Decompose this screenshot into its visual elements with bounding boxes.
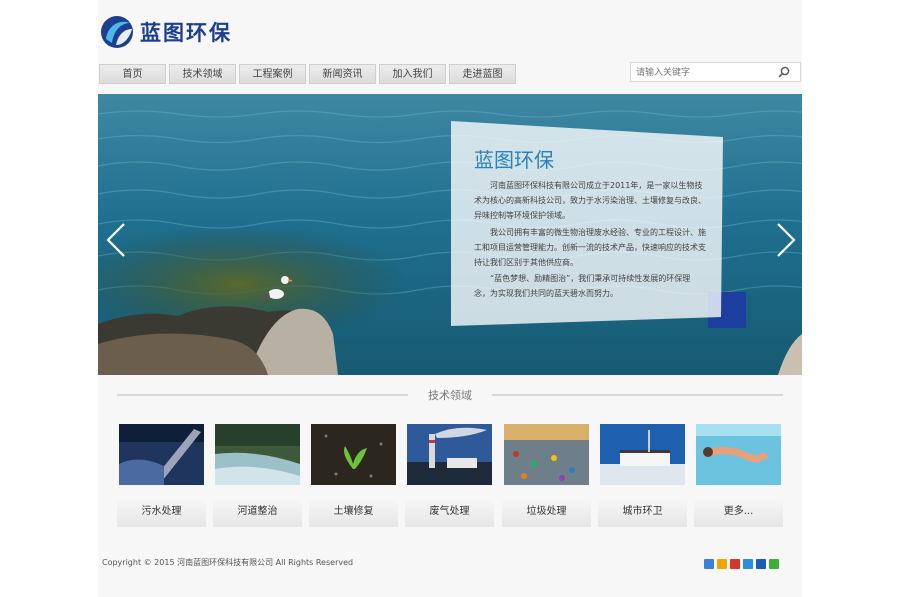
nav-home[interactable]: 首页 bbox=[99, 64, 166, 84]
banner-paragraph-3: “蓝色梦想、励精图治”，我们秉承可持续性发展的环保理念，为实现我们共同的蓝天碧水… bbox=[474, 274, 691, 298]
nav-tech-fields[interactable]: 技术领域 bbox=[169, 64, 236, 84]
category-label: 土壤修复 bbox=[309, 497, 398, 527]
slider-next-arrow[interactable] bbox=[774, 222, 798, 258]
category-card-wastewater[interactable]: 污水处理 bbox=[117, 424, 206, 528]
share-weibo-icon[interactable] bbox=[730, 559, 740, 569]
logo[interactable]: 蓝图环保 bbox=[100, 14, 232, 50]
category-label: 更多... bbox=[694, 497, 783, 527]
category-label: 污水处理 bbox=[117, 497, 206, 527]
search-input[interactable] bbox=[631, 63, 778, 83]
category-card-more[interactable]: 更多... bbox=[694, 424, 783, 528]
exhaust-photo bbox=[407, 424, 492, 485]
nav-projects[interactable]: 工程案例 bbox=[239, 64, 306, 84]
banner-paragraph-1: 河南蓝图环保科技有限公司成立于2011年，是一家以生物技术为核心的高新科技公司，… bbox=[474, 181, 706, 220]
wastewater-photo bbox=[119, 424, 204, 485]
river-photo bbox=[215, 424, 300, 485]
category-label: 城市环卫 bbox=[598, 497, 687, 527]
section-divider-right bbox=[492, 394, 783, 396]
sanitation-photo bbox=[600, 424, 685, 485]
share-renren-icon[interactable] bbox=[756, 559, 766, 569]
banner-paragraph-2: 我公司拥有丰富的微生物治理废水经验、专业的工程设计、施工和项目运营管理能力。创新… bbox=[474, 228, 706, 267]
brand-name: 蓝图环保 bbox=[140, 21, 232, 45]
share-bar bbox=[704, 559, 782, 569]
garbage-photo bbox=[504, 424, 589, 485]
slider-prev-arrow[interactable] bbox=[104, 222, 128, 258]
category-card-soil[interactable]: 土壤修复 bbox=[309, 424, 398, 528]
category-card-exhaust[interactable]: 废气处理 bbox=[405, 424, 494, 528]
share-wechat-icon[interactable] bbox=[769, 559, 779, 569]
nav-join-us[interactable]: 加入我们 bbox=[379, 64, 446, 84]
category-card-sanitation[interactable]: 城市环卫 bbox=[598, 424, 687, 528]
soil-photo bbox=[311, 424, 396, 485]
category-label: 废气处理 bbox=[405, 497, 494, 527]
search-box bbox=[630, 62, 801, 83]
nav-news[interactable]: 新闻资讯 bbox=[309, 64, 376, 84]
share-qzone-icon[interactable] bbox=[717, 559, 727, 569]
category-label: 河道整治 bbox=[213, 497, 302, 527]
swimming-photo bbox=[696, 424, 781, 485]
category-card-river[interactable]: 河道整治 bbox=[213, 424, 302, 528]
share-tencent-icon[interactable] bbox=[743, 559, 753, 569]
main-nav: 首页 技术领域 工程案例 新闻资讯 加入我们 走进蓝图 bbox=[99, 64, 519, 84]
category-label: 垃圾处理 bbox=[502, 497, 591, 527]
share-plus-icon[interactable] bbox=[704, 559, 714, 569]
nav-about[interactable]: 走进蓝图 bbox=[449, 64, 516, 84]
category-card-garbage[interactable]: 垃圾处理 bbox=[502, 424, 591, 528]
banner-title: 蓝图环保 bbox=[474, 148, 554, 172]
logo-icon bbox=[101, 16, 133, 48]
search-icon[interactable] bbox=[778, 66, 790, 78]
footer-copyright: Copyright © 2015 河南蓝图环保科技有限公司 All Rights… bbox=[102, 558, 354, 567]
